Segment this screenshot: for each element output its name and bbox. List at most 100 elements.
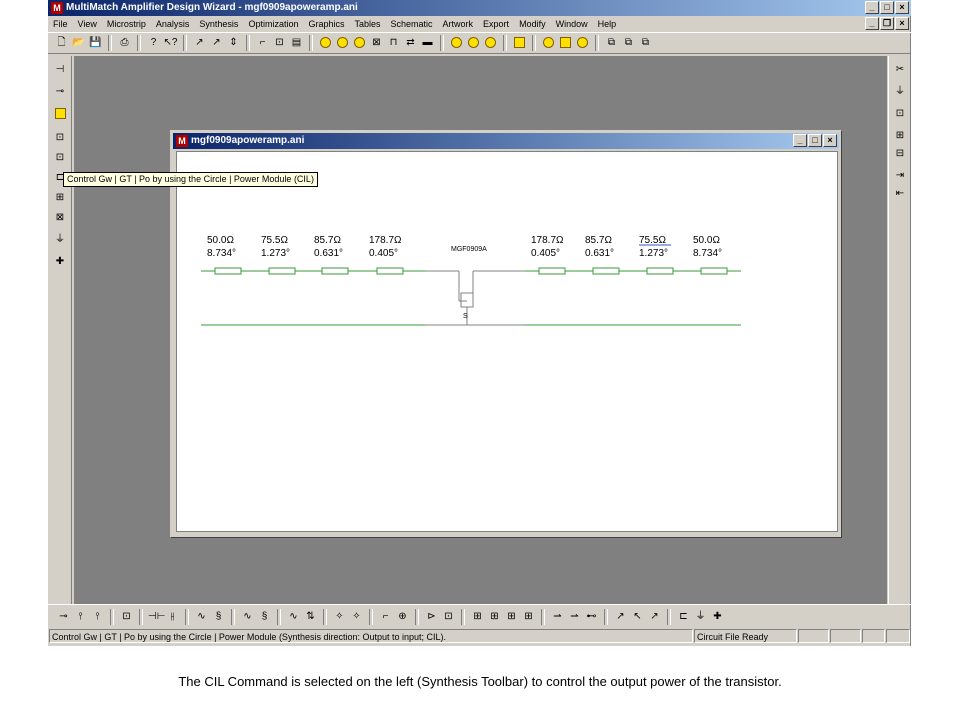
s-circle-icon[interactable] xyxy=(466,35,481,51)
series-capacitor-icon[interactable]: ⊣⊢ xyxy=(148,609,165,625)
context-help-icon[interactable]: ↖? xyxy=(163,35,178,51)
print-icon[interactable]: ⎙ xyxy=(117,35,132,51)
stub-open-icon[interactable]: ⌐ xyxy=(378,609,393,625)
series-lc-icon[interactable]: ∿ xyxy=(286,609,301,625)
menu-microstrip[interactable]: Microstrip xyxy=(102,16,151,32)
y-circle-icon[interactable] xyxy=(449,35,464,51)
menu-view[interactable]: View xyxy=(73,16,102,32)
terminal-icon[interactable]: ⊏ xyxy=(676,609,691,625)
menu-synthesis[interactable]: Synthesis xyxy=(194,16,243,32)
output-line-element-1[interactable] xyxy=(538,267,566,275)
box-icon[interactable]: ▤ xyxy=(289,35,304,51)
x-box-icon[interactable]: ⊠ xyxy=(369,35,384,51)
mdi-restore-button[interactable]: ❐ xyxy=(880,17,894,30)
stub-short-icon[interactable]: ⊕ xyxy=(395,609,410,625)
synth-cross-icon[interactable]: ✚ xyxy=(52,254,68,270)
layer-c-icon[interactable]: ⧉ xyxy=(638,35,653,51)
zoom-out-icon[interactable]: ⊟ xyxy=(892,146,908,162)
series-rl-icon[interactable]: ∿ xyxy=(240,609,255,625)
synth-series-icon[interactable]: ⊸ xyxy=(52,84,68,100)
schematic-close-button[interactable]: × xyxy=(823,134,837,147)
tool-c-icon[interactable]: ⇕ xyxy=(226,35,241,51)
network-c-icon[interactable]: ⊞ xyxy=(504,609,519,625)
input-line-element-1[interactable] xyxy=(214,267,242,275)
schematic-canvas[interactable]: S MGF0909A 50.0Ω 8.734° 75.5Ω 1.273° 85.7Ω 0.… xyxy=(176,151,838,532)
resonator-a-icon[interactable]: ✧ xyxy=(332,609,347,625)
shunt-component-icon[interactable]: ⫯ xyxy=(90,609,105,625)
output-line-element-4[interactable] xyxy=(700,267,728,275)
line-c-icon[interactable]: ⊷ xyxy=(584,609,599,625)
swap-icon[interactable]: ⇄ xyxy=(403,35,418,51)
cross-element-icon[interactable]: ✚ xyxy=(710,609,725,625)
menu-tables[interactable]: Tables xyxy=(349,16,385,32)
menu-modify[interactable]: Modify xyxy=(514,16,551,32)
circle-icon[interactable] xyxy=(318,35,333,51)
menu-export[interactable]: Export xyxy=(478,16,514,32)
synth-cil-button[interactable]: ⊡ xyxy=(52,150,68,166)
synth-square-icon[interactable] xyxy=(52,106,68,122)
shunt-inductor-icon[interactable]: § xyxy=(211,609,226,625)
menu-optimization[interactable]: Optimization xyxy=(243,16,303,32)
mdi-minimize-button[interactable]: _ xyxy=(865,17,879,30)
circle-plain-icon[interactable] xyxy=(541,35,556,51)
series-box-icon[interactable]: ⊡ xyxy=(119,609,134,625)
synth-stub-left-icon[interactable]: ⊣ xyxy=(52,62,68,78)
schematic-maximize-button[interactable]: □ xyxy=(808,134,822,147)
ground-element-icon[interactable]: ⏚ xyxy=(693,609,708,625)
minus-circle-icon[interactable] xyxy=(575,35,590,51)
output-line-element-2[interactable] xyxy=(592,267,620,275)
menu-graphics[interactable]: Graphics xyxy=(303,16,349,32)
line-a-icon[interactable]: ⇀ xyxy=(550,609,565,625)
scissors-icon[interactable]: ✂ xyxy=(892,62,908,78)
open-folder-icon[interactable]: 📂 xyxy=(71,35,86,51)
zoom-in-icon[interactable]: ⊞ xyxy=(892,128,908,144)
tool-b-icon[interactable]: ↗ xyxy=(209,35,224,51)
series-resistor-icon[interactable]: ⊸ xyxy=(56,609,71,625)
port-icon[interactable]: ⊡ xyxy=(892,106,908,122)
probe-c-icon[interactable]: ↗ xyxy=(647,609,662,625)
menu-schematic[interactable]: Schematic xyxy=(386,16,438,32)
schematic-minimize-button[interactable]: _ xyxy=(793,134,807,147)
layer-a-icon[interactable]: ⧉ xyxy=(604,35,619,51)
component-icon[interactable]: ⊡ xyxy=(272,35,287,51)
synth-ground-icon[interactable]: ⏚ xyxy=(52,232,68,248)
layer-b-icon[interactable]: ⧉ xyxy=(621,35,636,51)
new-file-icon[interactable]: 🗋 xyxy=(54,35,69,51)
mdi-close-button[interactable]: × xyxy=(895,17,909,30)
input-line-element-2[interactable] xyxy=(268,267,296,275)
shunt-capacitor-icon[interactable]: ⫲ xyxy=(165,609,180,625)
close-button[interactable]: × xyxy=(895,1,909,14)
menu-analysis[interactable]: Analysis xyxy=(151,16,195,32)
shunt-rl-icon[interactable]: § xyxy=(257,609,272,625)
diode-icon[interactable]: ⊳ xyxy=(424,609,439,625)
minimize-button[interactable]: _ xyxy=(865,1,879,14)
menu-file[interactable]: File xyxy=(48,16,73,32)
arrow-in-icon[interactable]: ⇤ xyxy=(892,186,908,202)
transformer-icon[interactable]: ⊡ xyxy=(441,609,456,625)
save-disk-icon[interactable]: 💾 xyxy=(88,35,103,51)
tool-a-icon[interactable]: ↗ xyxy=(192,35,207,51)
circle-dot-icon[interactable] xyxy=(352,35,367,51)
help-icon[interactable]: ? xyxy=(146,35,161,51)
menu-window[interactable]: Window xyxy=(551,16,593,32)
square-plain-icon[interactable] xyxy=(558,35,573,51)
resonator-b-icon[interactable]: ✧ xyxy=(349,609,364,625)
line-b-icon[interactable]: ⇀ xyxy=(567,609,582,625)
stub-icon[interactable]: ⌐ xyxy=(255,35,270,51)
line-icon[interactable]: ▬ xyxy=(420,35,435,51)
input-line-element-4[interactable] xyxy=(376,267,404,275)
shunt-resistor-icon[interactable]: ⫯ xyxy=(73,609,88,625)
port-icon[interactable]: ⊓ xyxy=(386,35,401,51)
arrow-out-icon[interactable]: ⇥ xyxy=(892,168,908,184)
synth-grid-icon[interactable]: ⊞ xyxy=(52,190,68,206)
menu-help[interactable]: Help xyxy=(593,16,622,32)
dot-circle-icon[interactable] xyxy=(483,35,498,51)
network-d-icon[interactable]: ⊞ xyxy=(521,609,536,625)
circle-f-icon[interactable] xyxy=(335,35,350,51)
input-line-element-3[interactable] xyxy=(321,267,349,275)
synth-cir-icon[interactable]: ⊡ xyxy=(52,130,68,146)
network-a-icon[interactable]: ⊞ xyxy=(470,609,485,625)
probe-b-icon[interactable]: ↖ xyxy=(630,609,645,625)
network-b-icon[interactable]: ⊞ xyxy=(487,609,502,625)
ground-icon[interactable]: ⏚ xyxy=(892,84,908,100)
